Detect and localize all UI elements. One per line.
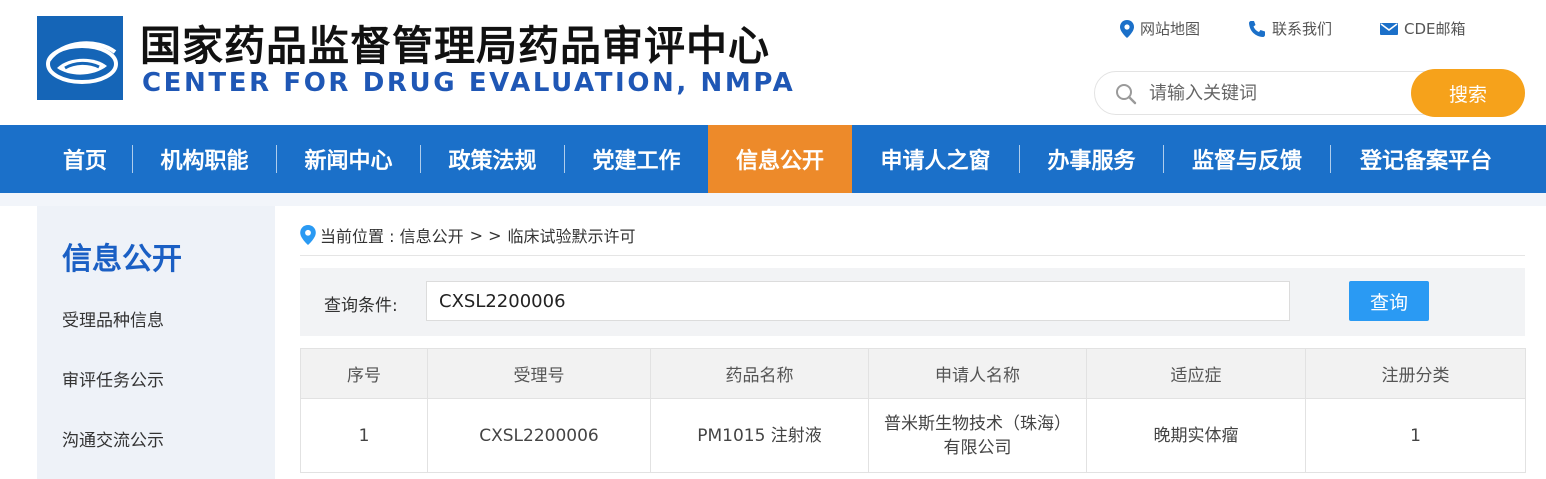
cell-registration-class: 1 bbox=[1305, 398, 1526, 473]
nav-item-functions[interactable]: 机构职能 bbox=[133, 125, 276, 193]
table-row[interactable]: 1 CXSL2200006 PM1015 注射液 普米斯生物技术（珠海）有限公司… bbox=[300, 398, 1526, 473]
site-title-en: CENTER FOR DRUG EVALUATION, NMPA bbox=[142, 68, 796, 98]
breadcrumb-separator: > > bbox=[469, 225, 502, 245]
query-input[interactable] bbox=[426, 281, 1290, 321]
location-pin-icon bbox=[300, 225, 316, 245]
sidebar: 信息公开 受理品种信息 审评任务公示 沟通交流公示 bbox=[37, 206, 275, 479]
mail-icon bbox=[1380, 22, 1399, 35]
cde-logo[interactable] bbox=[37, 16, 123, 100]
site-header: 国家药品监督管理局药品审评中心 CENTER FOR DRUG EVALUATI… bbox=[0, 0, 1546, 125]
sidebar-item-accepted-varieties[interactable]: 受理品种信息 bbox=[62, 306, 164, 331]
column-header-registration-class: 注册分类 bbox=[1305, 348, 1526, 399]
phone-icon bbox=[1249, 20, 1266, 37]
search-icon bbox=[1116, 84, 1137, 105]
sidebar-item-review-tasks[interactable]: 审评任务公示 bbox=[62, 366, 164, 391]
column-header-indication: 适应症 bbox=[1086, 348, 1306, 399]
nav-item-party[interactable]: 党建工作 bbox=[565, 125, 708, 193]
site-search-button[interactable]: 搜索 bbox=[1411, 69, 1525, 117]
cde-mail-link[interactable]: CDE邮箱 bbox=[1380, 18, 1466, 39]
sitemap-label: 网站地图 bbox=[1140, 20, 1201, 38]
cell-index: 1 bbox=[300, 398, 428, 473]
nav-item-news[interactable]: 新闻中心 bbox=[277, 125, 420, 193]
column-header-acceptance-no: 受理号 bbox=[427, 348, 651, 399]
cde-mail-label: CDE邮箱 bbox=[1404, 20, 1466, 38]
site-search-input[interactable] bbox=[1149, 80, 1409, 106]
cell-indication: 晚期实体瘤 bbox=[1086, 398, 1306, 473]
nav-item-applicant[interactable]: 申请人之窗 bbox=[852, 125, 1019, 193]
contact-link[interactable]: 联系我们 bbox=[1248, 18, 1332, 39]
query-button[interactable]: 查询 bbox=[1349, 281, 1429, 321]
logo-emblem-icon bbox=[37, 16, 123, 100]
cell-applicant: 普米斯生物技术（珠海）有限公司 bbox=[868, 398, 1087, 473]
nav-item-services[interactable]: 办事服务 bbox=[1020, 125, 1163, 193]
query-label: 查询条件: bbox=[324, 296, 398, 316]
nav-item-registration[interactable]: 登记备案平台 bbox=[1331, 125, 1521, 193]
breadcrumb-current: 临床试验默示许可 bbox=[507, 227, 636, 246]
results-table: 序号 受理号 药品名称 申请人名称 适应症 注册分类 1 CXSL2200006… bbox=[300, 348, 1526, 473]
breadcrumb-prefix: 当前位置 : 信息公开 bbox=[320, 227, 464, 246]
sidebar-title: 信息公开 bbox=[62, 242, 182, 277]
main-nav: 首页 机构职能 新闻中心 政策法规 党建工作 信息公开 申请人之窗 办事服务 监… bbox=[0, 125, 1546, 193]
column-header-applicant: 申请人名称 bbox=[868, 348, 1087, 399]
sidebar-item-communication[interactable]: 沟通交流公示 bbox=[62, 426, 164, 451]
top-links: 网站地图 联系我们 CDE邮箱 bbox=[1120, 18, 1466, 39]
breadcrumb-divider bbox=[300, 255, 1525, 256]
nav-item-info-disclosure[interactable]: 信息公开 bbox=[708, 125, 852, 193]
site-title-cn: 国家药品监督管理局药品审评中心 bbox=[140, 22, 770, 70]
site-search: 搜索 bbox=[1094, 69, 1525, 117]
location-pin-icon bbox=[1120, 19, 1134, 38]
breadcrumb: 当前位置 : 信息公开 > > 临床试验默示许可 bbox=[300, 222, 642, 248]
sitemap-link[interactable]: 网站地图 bbox=[1120, 18, 1200, 39]
nav-item-feedback[interactable]: 监督与反馈 bbox=[1164, 125, 1330, 193]
cell-acceptance-no: CXSL2200006 bbox=[427, 398, 651, 473]
content-band bbox=[0, 193, 1546, 206]
query-panel: 查询条件: 查询 bbox=[300, 268, 1525, 336]
nav-item-policies[interactable]: 政策法规 bbox=[421, 125, 564, 193]
nav-item-home[interactable]: 首页 bbox=[38, 125, 132, 193]
column-header-index: 序号 bbox=[300, 348, 428, 399]
table-header-row: 序号 受理号 药品名称 申请人名称 适应症 注册分类 bbox=[300, 348, 1526, 399]
contact-label: 联系我们 bbox=[1272, 20, 1333, 38]
cell-drug-name: PM1015 注射液 bbox=[650, 398, 869, 473]
column-header-drug-name: 药品名称 bbox=[650, 348, 869, 399]
